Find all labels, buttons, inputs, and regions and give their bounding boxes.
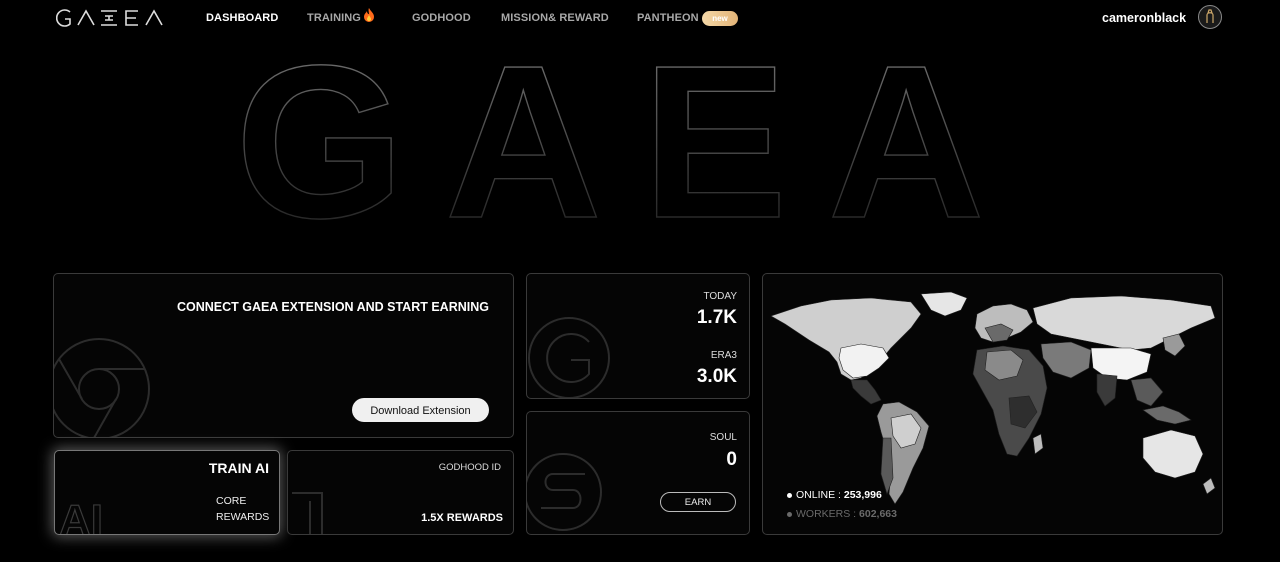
earn-button[interactable]: EARN [660, 492, 736, 512]
godhood-id-card[interactable]: GODHOOD ID 1.5X REWARDS [287, 450, 514, 535]
fire-icon [364, 8, 374, 22]
soul-label: SOUL [709, 432, 737, 443]
soul-value: 0 [726, 449, 737, 470]
world-map-card: ONLINE : 253,996 WORKERS : 602,663 [762, 273, 1223, 535]
gaea-g-icon [528, 317, 610, 398]
nav-pantheon[interactable]: PANTHEON [637, 12, 699, 24]
gaea-logo[interactable] [56, 8, 174, 28]
svg-text:AI: AI [59, 496, 103, 535]
nav-training[interactable]: TRAINING [307, 12, 361, 24]
avatar-icon [1206, 9, 1214, 23]
new-badge: new [702, 11, 738, 26]
top-nav: DASHBOARD TRAINING GODHOOD MISSION& REWA… [0, 0, 1280, 36]
godhood-rewards: 1.5X REWARDS [421, 512, 503, 524]
rewards-label: REWARDS [216, 511, 270, 523]
nav-mission-reward[interactable]: MISSION& REWARD [501, 12, 609, 24]
nav-dashboard[interactable]: DASHBOARD [206, 12, 278, 24]
today-label: TODAY [703, 291, 737, 302]
godhood-id-label: GODHOOD ID [438, 462, 501, 473]
online-label: ONLINE : [796, 489, 841, 501]
soul-card: SOUL 0 EARN [526, 411, 750, 535]
connect-extension-card: CONNECT GAEA EXTENSION AND START EARNING… [53, 273, 514, 438]
points-stats-card: TODAY 1.7K ERA3 3.0K [526, 273, 750, 399]
train-ai-card[interactable]: AI TRAIN AI CORE REWARDS [54, 450, 280, 535]
online-value: 253,996 [843, 489, 882, 501]
hero-gaea-outline: GAEA [234, 55, 1025, 220]
username[interactable]: cameronblack [1102, 11, 1186, 25]
workers-value: 602,663 [859, 508, 897, 520]
godhood-icon [292, 492, 323, 534]
today-value: 1.7K [696, 307, 737, 328]
train-ai-title: TRAIN AI [208, 460, 269, 476]
era-label: ERA3 [710, 350, 737, 361]
online-dot-icon [787, 492, 792, 498]
avatar[interactable] [1198, 5, 1222, 29]
ai-bg-text: AI [58, 495, 103, 535]
workers-stat: WORKERS : 602,663 [787, 508, 897, 520]
nav-godhood[interactable]: GODHOOD [412, 12, 471, 24]
connect-title: CONNECT GAEA EXTENSION AND START EARNING [176, 300, 489, 314]
workers-label: WORKERS : [796, 508, 857, 520]
download-extension-button[interactable]: Download Extension [352, 398, 489, 422]
chrome-icon [54, 338, 150, 437]
world-map[interactable] [771, 288, 1217, 516]
era-value: 3.0K [696, 366, 737, 387]
workers-dot-icon [787, 511, 792, 517]
soul-s-icon [527, 453, 602, 531]
core-label: CORE [216, 495, 247, 507]
online-stat: ONLINE : 253,996 [787, 489, 882, 501]
svg-text:GAEA: GAEA [235, 55, 1025, 220]
